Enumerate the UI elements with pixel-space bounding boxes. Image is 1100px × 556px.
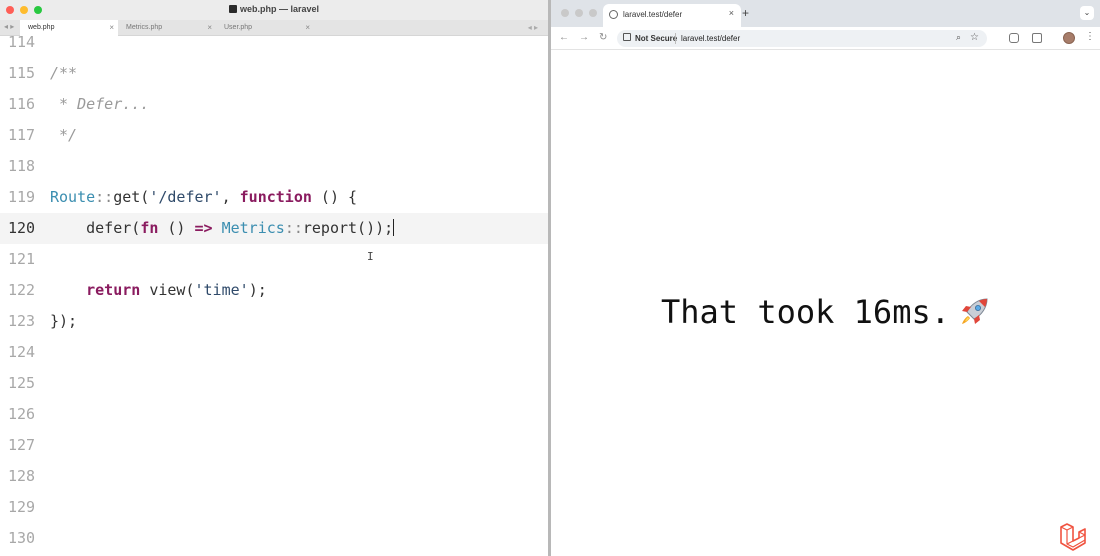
line-number: 126 (8, 405, 36, 423)
page-timing-text: That took 16ms. (661, 293, 950, 331)
omnibox-separator (675, 33, 676, 44)
forward-button[interactable]: → (579, 32, 589, 43)
zoom-icon[interactable]: ⌕ (956, 32, 961, 43)
code-line[interactable]: 126 (0, 399, 548, 430)
code-line[interactable]: 122 return view('time'); (0, 275, 548, 306)
close-tab-icon[interactable]: × (729, 8, 734, 18)
line-number: 118 (8, 157, 36, 175)
code-line[interactable]: 116 * Defer... (0, 89, 548, 120)
laravel-logo (1060, 523, 1086, 551)
line-number: 125 (8, 374, 36, 392)
close-window-button[interactable] (561, 9, 569, 17)
text-caret (393, 219, 395, 236)
browser-tab-strip: laravel.test/defer × + ⌄ (551, 0, 1100, 27)
code-line[interactable]: 129 (0, 492, 548, 523)
doc-comment-open: /** (50, 64, 78, 82)
code-line[interactable]: 123}); (0, 306, 548, 337)
minimize-window-button[interactable] (575, 9, 583, 17)
doc-comment-close: */ (50, 126, 78, 144)
line-number: 129 (8, 498, 36, 516)
extensions-puzzle-icon[interactable] (1032, 33, 1042, 43)
code-line[interactable]: 124 (0, 337, 548, 368)
line-number: 123 (8, 312, 36, 330)
profile-avatar[interactable] (1063, 32, 1075, 44)
extension-icon[interactable] (1009, 33, 1019, 43)
browser-menu-icon[interactable]: ⋮ (1085, 31, 1095, 42)
browser-window-controls (561, 9, 597, 17)
tab-search-chevron-icon[interactable]: ⌄ (1080, 6, 1094, 20)
code-line[interactable]: 125 (0, 368, 548, 399)
star-icon[interactable]: ☆ (970, 32, 979, 43)
browser-tab-title: laravel.test/defer (623, 10, 683, 19)
mouse-ibeam-cursor-icon: I (367, 250, 374, 263)
code-line[interactable]: 121 (0, 244, 548, 275)
code-line[interactable]: 119 Route::get('/defer', function () { (0, 182, 548, 213)
line-number: 130 (8, 529, 36, 547)
code-line[interactable]: 118 (0, 151, 548, 182)
zoom-window-button[interactable] (589, 9, 597, 17)
code-line[interactable]: 130 (0, 523, 548, 554)
line-number: 115 (8, 64, 36, 82)
line-number: 122 (8, 281, 36, 299)
browser-toolbar: ← → ↻ Not Secure laravel.test/defer ⌕ ☆ … (551, 27, 1100, 50)
line-number: 117 (8, 126, 36, 144)
code-return-view: return view('time'); (86, 281, 267, 299)
url-text[interactable]: laravel.test/defer (681, 34, 740, 43)
warning-icon[interactable] (623, 33, 631, 41)
rocket-emoji (962, 298, 988, 324)
editor-titlebar: web.php — laravel (0, 0, 548, 20)
doc-comment-body: * Defer... (50, 95, 150, 113)
line-number: 120 (8, 219, 36, 237)
line-number: 127 (8, 436, 36, 454)
security-chip[interactable]: Not Secure (635, 34, 677, 43)
file-icon (228, 5, 237, 13)
line-number: 128 (8, 467, 36, 485)
address-bar[interactable]: Not Secure laravel.test/defer ⌕ ☆ (617, 30, 987, 47)
editor-window-title: web.php — laravel (0, 4, 548, 14)
line-number: 121 (8, 250, 36, 268)
code-line[interactable]: 128 (0, 461, 548, 492)
code-line[interactable]: 127 (0, 430, 548, 461)
new-tab-button[interactable]: + (742, 6, 749, 20)
code-closing-brace: }); (50, 312, 78, 330)
web-page-content: That took 16ms. (551, 51, 1100, 556)
reload-button[interactable]: ↻ (599, 32, 607, 43)
line-number: 119 (8, 188, 36, 206)
code-line[interactable]: 117 */ (0, 120, 548, 151)
line-number: 124 (8, 343, 36, 361)
code-area[interactable]: 114 115 /** 116 * Defer... 117 */ 118 119… (0, 27, 548, 554)
browser-window: laravel.test/defer × + ⌄ ← → ↻ Not Secur… (551, 0, 1100, 556)
code-line[interactable]: 115 /** (0, 58, 548, 89)
code-line-current[interactable]: 120 defer(fn () => Metrics::report()); (0, 213, 548, 244)
browser-tab-active[interactable]: laravel.test/defer × (603, 4, 741, 27)
code-defer-call: defer(fn () => Metrics::report()); (50, 219, 395, 237)
line-number: 114 (8, 33, 36, 51)
code-line[interactable]: 114 (0, 27, 548, 58)
code-route-get: Route::get('/defer', function () { (50, 188, 358, 206)
code-editor-window: web.php — laravel ◂ ▸ web.php × Metrics.… (0, 0, 548, 556)
back-button[interactable]: ← (559, 32, 569, 43)
line-number: 116 (8, 95, 36, 113)
globe-icon (609, 10, 618, 19)
